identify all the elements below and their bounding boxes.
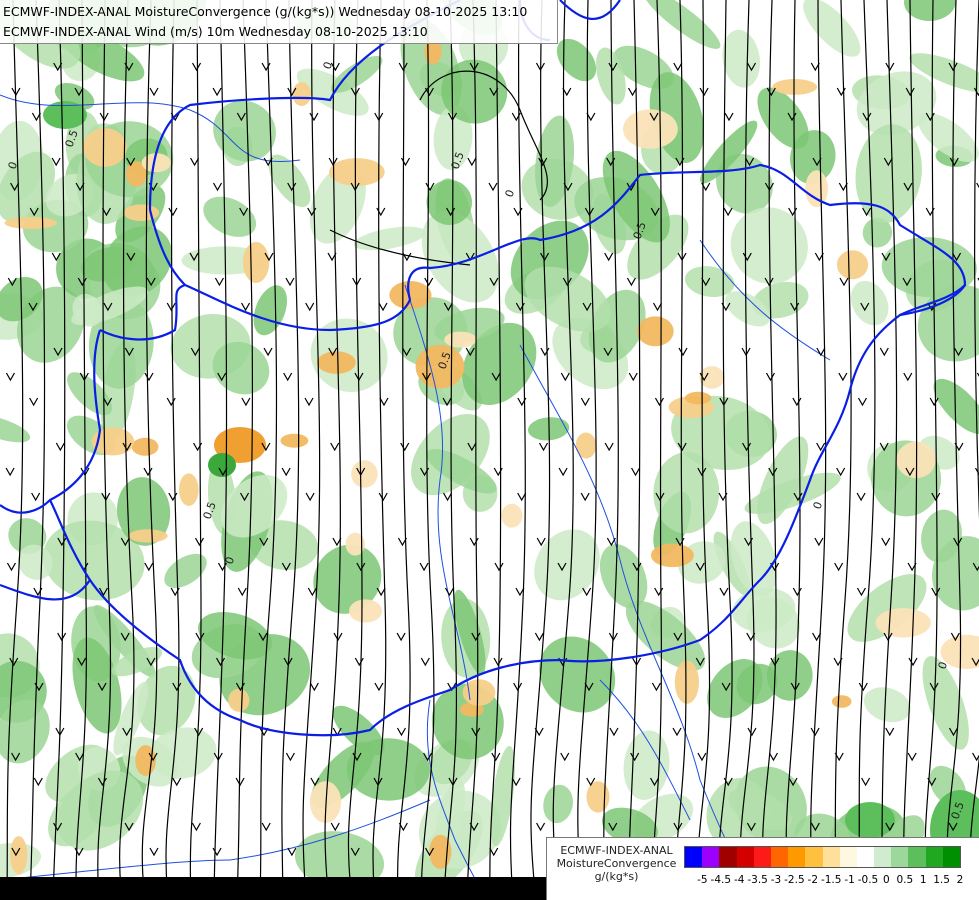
divergence-patch [292,82,311,107]
divergence-patch [123,204,160,221]
legend-tick: -5 [697,874,708,886]
legend-color-bar [684,846,961,868]
divergence-patch [575,432,597,459]
legend-title-line-1: ECMWF-INDEX-ANAL [560,844,673,857]
title-line-1: ECMWF-INDEX-ANAL MoistureConvergence (g/… [3,4,528,19]
legend-tick: -4.5 [710,874,732,886]
legend-swatch [719,847,737,867]
divergence-patch [674,660,700,704]
divergence-patch [586,781,610,813]
divergence-patch [684,391,712,405]
legend-tick: 0.5 [896,874,914,886]
title-line-2: ECMWF-INDEX-ANAL Wind (m/s) 10m Wednesda… [3,24,428,39]
legend-swatch [736,847,754,867]
divergence-patch [4,217,57,229]
legend-swatch [925,847,943,867]
legend-tick: -3.5 [747,874,768,886]
divergence-patch [83,128,127,167]
divergence-patch [444,331,477,348]
divergence-patch [875,608,931,638]
weather-map: 0.5 0.5 0.5 0.5 0 0 0 0 0 0.5 0.5 0 ECMWF-INDEX-ANA… [0,0,979,900]
divergence-patch [242,241,270,283]
legend-swatch [805,847,823,867]
legend-tick: -1.5 [820,874,842,886]
divergence-patch [836,250,869,280]
legend-tick: -1 [844,874,855,886]
divergence-patch [131,437,159,456]
convergence-spot [845,802,895,838]
divergence-patch [349,599,382,623]
divergence-patch [650,543,694,568]
legend-tick: -2 [807,874,819,886]
legend-swatch [908,847,926,867]
legend-tick-labels: -5 -4.5 -4 -3.5 -3 -2.5 -2 -1.5 -1 -0.5 0 0.5 1 1.5 2 [684,874,979,888]
legend-swatch [753,847,771,867]
legend-tick: 2 [956,874,964,886]
legend-swatch [874,847,892,867]
divergence-patch [128,529,168,543]
legend-swatch [788,847,806,867]
divergence-patch [228,688,250,712]
map-bottom-bar [0,877,560,900]
legend-title-line-2: MoistureConvergence [556,857,677,870]
divergence-patch [636,316,674,347]
legend-tick: -4 [733,874,745,886]
legend-swatch [856,847,875,867]
divergence-patch [501,503,523,528]
legend-tick: -3 [770,874,782,886]
map-title: ECMWF-INDEX-ANAL MoistureConvergence (g/… [0,0,558,44]
legend-tick: 1 [919,874,927,886]
map-canvas: 0.50.50.50.5000000.50.50 [0,0,979,900]
legend-tick: -0.5 [857,874,879,886]
divergence-patch [179,473,199,507]
divergence-patch [623,109,678,149]
legend-swatch [822,847,840,867]
legend-tick: -2.5 [784,874,805,886]
divergence-patch [831,695,852,708]
divergence-patch [772,79,818,95]
legend-tick: 1.5 [933,874,950,886]
divergence-patch [317,351,356,374]
divergence-patch [389,281,432,310]
legend-swatch [891,847,909,867]
color-legend: ECMWF-INDEX-ANAL MoistureConvergence g/(… [546,837,979,900]
legend-swatch [685,847,703,867]
divergence-patch [329,158,385,186]
divergence-patch [351,460,378,488]
legend-title: ECMWF-INDEX-ANAL MoistureConvergence g/(… [549,844,684,883]
divergence-patch [280,433,309,448]
legend-swatch [942,847,960,867]
legend-swatch [770,847,789,867]
legend-title-line-3: g/(kg*s) [594,870,639,883]
legend-swatch [702,847,720,867]
legend-swatch [839,847,857,867]
legend-tick: 0 [883,874,890,886]
divergence-patch [10,836,28,875]
